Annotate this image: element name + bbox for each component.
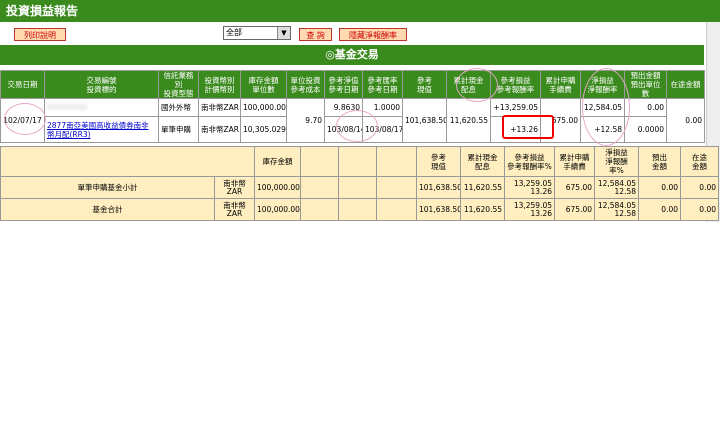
col-header: 庫存金額 單位數: [240, 70, 287, 99]
out-units: 0.0000: [624, 116, 667, 143]
col-header: 參考損益 參考報酬率: [490, 70, 541, 99]
total-net-rate: 12.58: [614, 208, 636, 218]
col-header: 投資幣別 計價幣別: [198, 70, 241, 99]
subtotal-label: 單筆申購基金小計: [0, 176, 215, 199]
nav-date: 103/08/14: [324, 116, 363, 143]
total-value: 101,638.50: [416, 198, 461, 221]
sum-col-header: 參考損益 參考報酬率%: [504, 146, 555, 177]
fund-name[interactable]: 2877南亞美國高收益債券南非幣月配(RR3): [47, 121, 149, 139]
section-title: ◎基金交易: [0, 45, 704, 65]
title-bar: 投資損益報告: [0, 0, 720, 22]
summary-table: 庫存金額 參考 現值 累計現金 配息 參考損益 參考報酬率% 累計申購 手續費 …: [0, 146, 719, 221]
col-header: 預出金額 預出單位數: [624, 70, 667, 99]
pl: +13,259.05: [490, 98, 541, 117]
table-row: 2877南亞美國高收益債券南非幣月配(RR3) 單筆申購 南非幣ZAR 10,3…: [1, 116, 705, 143]
sum-col-header: 累計現金 配息: [460, 146, 505, 177]
col-header: 參考匯率 參考日期: [362, 70, 403, 99]
col-header: 交易日期: [0, 70, 45, 99]
subtotal-net-rate: 12.58: [614, 186, 636, 196]
subtotal-cur: 南非幣 ZAR: [214, 176, 255, 199]
col-header: 參考 現值: [402, 70, 447, 99]
unit-cost: 9.70: [286, 98, 325, 143]
sum-col-header: 淨損益 淨報酬 率%: [594, 146, 639, 177]
print-button[interactable]: 列印說明: [14, 28, 66, 41]
col-header: 累計現金 配息: [446, 70, 491, 99]
query-button[interactable]: 查 詢: [299, 28, 332, 41]
col-header: 淨損益 淨報酬率: [580, 70, 625, 99]
total-dividend: 11,620.55: [460, 198, 505, 221]
col-header: 在途金額: [666, 70, 705, 99]
col-header: 單位投資 參考成本: [286, 70, 325, 99]
cur1: 南非幣ZAR: [198, 98, 241, 117]
table-row: 102/07/17 國外外幣 南非幣ZAR 100,000.00 9.70 9.…: [0, 98, 705, 143]
fx: 1.0000: [362, 98, 403, 117]
col-header: 參考淨值 參考日期: [324, 70, 363, 99]
sum-col-header: 參考 現值: [416, 146, 461, 177]
total-amount: 100,000.00: [254, 198, 301, 221]
transit: 0.00: [666, 98, 705, 143]
header-row: 交易日期 交易編號 投資標的 信託業務別 投資型態 投資幣別 計價幣別 庫存金額…: [0, 70, 705, 99]
filter-select[interactable]: 全部 ▼: [223, 26, 291, 40]
sum-col-header: 預出 金額: [638, 146, 681, 177]
amount: 100,000.00: [240, 98, 287, 117]
total-out: 0.00: [638, 198, 681, 221]
col-header: 交易編號 投資標的: [44, 70, 159, 99]
trade-date: 102/07/17: [0, 98, 45, 143]
subtotal-transit: 0.00: [680, 176, 719, 199]
subtotal-net: 12,584.05 12.58: [594, 176, 639, 199]
total-transit: 0.00: [680, 198, 719, 221]
sum-col-header: 庫存金額: [254, 146, 301, 177]
fund-link[interactable]: 2877南亞美國高收益債券南非幣月配(RR3): [44, 116, 159, 143]
subtotal-pl: 13,259.05 13.26: [504, 176, 555, 199]
page-title: 投資損益報告: [6, 4, 79, 18]
total-row: 基金合計 南非幣 ZAR 100,000.00 101,638.50 11,62…: [0, 198, 719, 221]
subtotal-fee: 675.00: [554, 176, 595, 199]
net-rate: +12.58: [580, 116, 625, 143]
ref-value: 101,638.50: [402, 98, 447, 143]
redacted-id: [47, 104, 87, 110]
sum-col-header: 在途 金額: [680, 146, 719, 177]
dividend: 11,620.55: [446, 98, 491, 143]
trade-id: [44, 98, 159, 117]
subtotal-value: 101,638.50: [416, 176, 461, 199]
hide-rate-button[interactable]: 隱藏淨報酬率: [339, 28, 407, 41]
out-amount: 0.00: [624, 98, 667, 117]
col-header: 累計申購 手續費: [540, 70, 581, 99]
fx-date: 103/08/17: [362, 116, 403, 143]
total-net: 12,584.05 12.58: [594, 198, 639, 221]
type1: 國外外幣: [158, 98, 199, 117]
total-fee: 675.00: [554, 198, 595, 221]
highlight-box-pl-rate: [502, 115, 554, 139]
summary-header-row: 庫存金額 參考 現值 累計現金 配息 參考損益 參考報酬率% 累計申購 手續費 …: [0, 146, 719, 177]
subtotal-out: 0.00: [638, 176, 681, 199]
net-pl: 12,584.05: [580, 98, 625, 117]
units: 10,305.0290: [240, 116, 287, 143]
filter-value: 全部: [226, 28, 242, 37]
sum-col-header: 累計申購 手續費: [554, 146, 595, 177]
subtotal-pl-rate: 13.26: [530, 186, 552, 196]
col-header: 信託業務別 投資型態: [158, 70, 199, 99]
subtotal-dividend: 11,620.55: [460, 176, 505, 199]
subtotal-amount: 100,000.00: [254, 176, 301, 199]
chevron-down-icon: ▼: [277, 27, 290, 39]
cur2: 南非幣ZAR: [198, 116, 241, 143]
type2: 單筆申購: [158, 116, 199, 143]
total-label: 基金合計: [0, 198, 215, 221]
fund-table: 交易日期 交易編號 投資標的 信託業務別 投資型態 投資幣別 計價幣別 庫存金額…: [0, 70, 705, 143]
total-pl: 13,259.05 13.26: [504, 198, 555, 221]
total-pl-rate: 13.26: [530, 208, 552, 218]
total-cur: 南非幣 ZAR: [214, 198, 255, 221]
subtotal-row: 單筆申購基金小計 南非幣 ZAR 100,000.00 101,638.50 1…: [0, 176, 719, 199]
nav: 9.8630: [324, 98, 363, 117]
